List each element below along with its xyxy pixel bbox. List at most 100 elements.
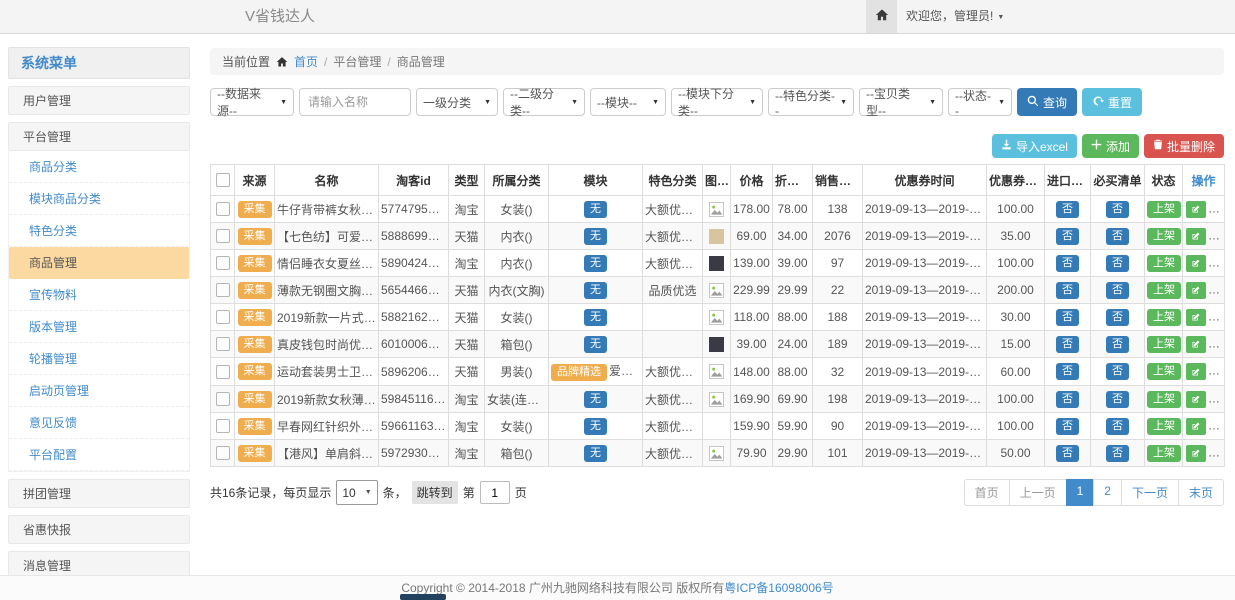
sidebar-subitem-版本管理[interactable]: 版本管理 xyxy=(9,311,189,343)
status-badge[interactable]: 上架 xyxy=(1147,418,1181,435)
select-all-checkbox[interactable] xyxy=(216,173,230,187)
per-page-select[interactable]: 10▼ xyxy=(336,480,377,505)
sidebar-subitem-商品分类[interactable]: 商品分类 xyxy=(9,151,189,183)
pager-item-下一页[interactable]: 下一页 xyxy=(1121,479,1179,506)
home-icon-button[interactable] xyxy=(866,0,897,33)
row-checkbox[interactable] xyxy=(216,392,230,406)
status-badge[interactable]: 上架 xyxy=(1147,282,1181,299)
imported-badge[interactable]: 否 xyxy=(1056,309,1079,326)
sidebar-item-消息管理[interactable]: 消息管理 xyxy=(8,551,190,575)
must-buy-badge[interactable]: 否 xyxy=(1106,228,1129,245)
imported-badge[interactable]: 否 xyxy=(1056,445,1079,462)
status-badge[interactable]: 上架 xyxy=(1147,228,1181,245)
row-checkbox[interactable] xyxy=(216,365,230,379)
edit-button[interactable] xyxy=(1186,228,1206,245)
sidebar-item-拼团管理[interactable]: 拼团管理 xyxy=(8,479,190,508)
filter-select[interactable]: --二级分类--▼ xyxy=(503,88,585,116)
sidebar-subitem-商品管理[interactable]: 商品管理 xyxy=(9,247,189,279)
horizontal-scrollbar-thumb[interactable] xyxy=(400,594,446,600)
filter-select[interactable]: --模块下分类--▼ xyxy=(671,88,763,116)
sidebar-subitem-模块商品分类[interactable]: 模块商品分类 xyxy=(9,183,189,215)
edit-button[interactable] xyxy=(1186,445,1206,462)
imported-badge[interactable]: 否 xyxy=(1056,282,1079,299)
imported-badge[interactable]: 否 xyxy=(1056,363,1079,380)
filter-select[interactable]: 一级分类▼ xyxy=(416,88,498,116)
imported-badge[interactable]: 否 xyxy=(1056,336,1079,353)
edit-button[interactable] xyxy=(1186,363,1206,380)
user-menu[interactable]: 欢迎您，管理员!▼ xyxy=(906,0,1004,34)
imported-badge[interactable]: 否 xyxy=(1056,228,1079,245)
name-cell: 早春网红针织外套女春... xyxy=(275,413,379,440)
sidebar-subitem-平台配置[interactable]: 平台配置 xyxy=(9,439,189,471)
edit-button[interactable] xyxy=(1186,309,1206,326)
feature-cell: 大额优惠券 xyxy=(643,440,703,467)
add-button[interactable]: 添加 xyxy=(1082,134,1139,158)
row-checkbox[interactable] xyxy=(216,446,230,460)
edit-button[interactable] xyxy=(1186,391,1206,408)
pager-item-2[interactable]: 2 xyxy=(1093,479,1122,506)
status-badge[interactable]: 上架 xyxy=(1147,201,1181,218)
page-number-input[interactable] xyxy=(480,481,510,504)
sidebar-subitem-宣传物料[interactable]: 宣传物料 xyxy=(9,279,189,311)
status-badge[interactable]: 上架 xyxy=(1147,336,1181,353)
status-badge[interactable]: 上架 xyxy=(1147,309,1181,326)
edit-button[interactable] xyxy=(1186,255,1206,272)
breadcrumb-item[interactable]: 平台管理 xyxy=(333,53,381,70)
must-buy-badge[interactable]: 否 xyxy=(1106,363,1129,380)
row-checkbox[interactable] xyxy=(216,283,230,297)
taoke-id-cell: 565446685867 xyxy=(379,277,449,304)
sidebar-subitem-意见反馈[interactable]: 意见反馈 xyxy=(9,407,189,439)
sidebar-item-平台管理[interactable]: 平台管理 xyxy=(8,122,190,151)
status-badge[interactable]: 上架 xyxy=(1147,391,1181,408)
search-button[interactable]: 查询 xyxy=(1017,88,1077,116)
edit-button[interactable] xyxy=(1186,418,1206,435)
module-badge: 无 xyxy=(584,418,607,435)
status-badge[interactable]: 上架 xyxy=(1147,445,1181,462)
must-buy-badge[interactable]: 否 xyxy=(1106,255,1129,272)
batch-delete-button[interactable]: 批量删除 xyxy=(1144,134,1224,158)
row-checkbox[interactable] xyxy=(216,337,230,351)
filter-select[interactable]: --宝贝类型--▼ xyxy=(859,88,943,116)
row-checkbox[interactable] xyxy=(216,419,230,433)
status-badge[interactable]: 上架 xyxy=(1147,363,1181,380)
must-buy-badge[interactable]: 否 xyxy=(1106,445,1129,462)
must-buy-badge[interactable]: 否 xyxy=(1106,201,1129,218)
sidebar-subitem-启动页管理[interactable]: 启动页管理 xyxy=(9,375,189,407)
sidebar-subitem-特色分类[interactable]: 特色分类 xyxy=(9,215,189,247)
edit-button[interactable] xyxy=(1186,336,1206,353)
sidebar-item-用户管理[interactable]: 用户管理 xyxy=(8,86,190,115)
filter-select[interactable]: --特色分类--▼ xyxy=(768,88,854,116)
jump-button[interactable]: 跳转到 xyxy=(412,481,458,504)
breadcrumb-home-link[interactable]: 首页 xyxy=(294,53,318,70)
imported-badge[interactable]: 否 xyxy=(1056,201,1079,218)
icp-link[interactable]: 粤ICP备16098006号 xyxy=(724,581,833,595)
row-checkbox[interactable] xyxy=(216,229,230,243)
import-excel-button[interactable]: 导入excel xyxy=(992,134,1077,158)
imported-badge[interactable]: 否 xyxy=(1056,391,1079,408)
filter-select[interactable]: --模块--▼ xyxy=(590,88,666,116)
imported-badge[interactable]: 否 xyxy=(1056,418,1079,435)
filter-bar: --数据来源--▼ 一级分类▼--二级分类--▼--模块--▼--模块下分类--▼… xyxy=(210,88,1224,116)
status-badge[interactable]: 上架 xyxy=(1147,255,1181,272)
edit-button[interactable] xyxy=(1186,282,1206,299)
caret-down-icon: ▼ xyxy=(365,489,372,496)
must-buy-badge[interactable]: 否 xyxy=(1106,418,1129,435)
row-checkbox[interactable] xyxy=(216,202,230,216)
must-buy-badge[interactable]: 否 xyxy=(1106,309,1129,326)
imported-badge[interactable]: 否 xyxy=(1056,255,1079,272)
filter-select[interactable]: --状态--▼ xyxy=(948,88,1012,116)
reset-button[interactable]: 重置 xyxy=(1082,88,1142,116)
must-buy-badge[interactable]: 否 xyxy=(1106,391,1129,408)
row-checkbox[interactable] xyxy=(216,256,230,270)
row-checkbox[interactable] xyxy=(216,310,230,324)
sidebar-subitem-轮播管理[interactable]: 轮播管理 xyxy=(9,343,189,375)
sidebar-item-省惠快报[interactable]: 省惠快报 xyxy=(8,515,190,544)
filter-select[interactable]: --数据来源--▼ xyxy=(210,88,294,116)
must-buy-badge[interactable]: 否 xyxy=(1106,336,1129,353)
pager-item-1[interactable]: 1 xyxy=(1066,479,1095,506)
name-search-input[interactable] xyxy=(299,88,411,116)
pager-item-末页[interactable]: 末页 xyxy=(1178,479,1224,506)
edit-button[interactable] xyxy=(1186,201,1206,218)
must-buy-badge[interactable]: 否 xyxy=(1106,282,1129,299)
taoke-id-cell: 577479560965 xyxy=(379,196,449,223)
